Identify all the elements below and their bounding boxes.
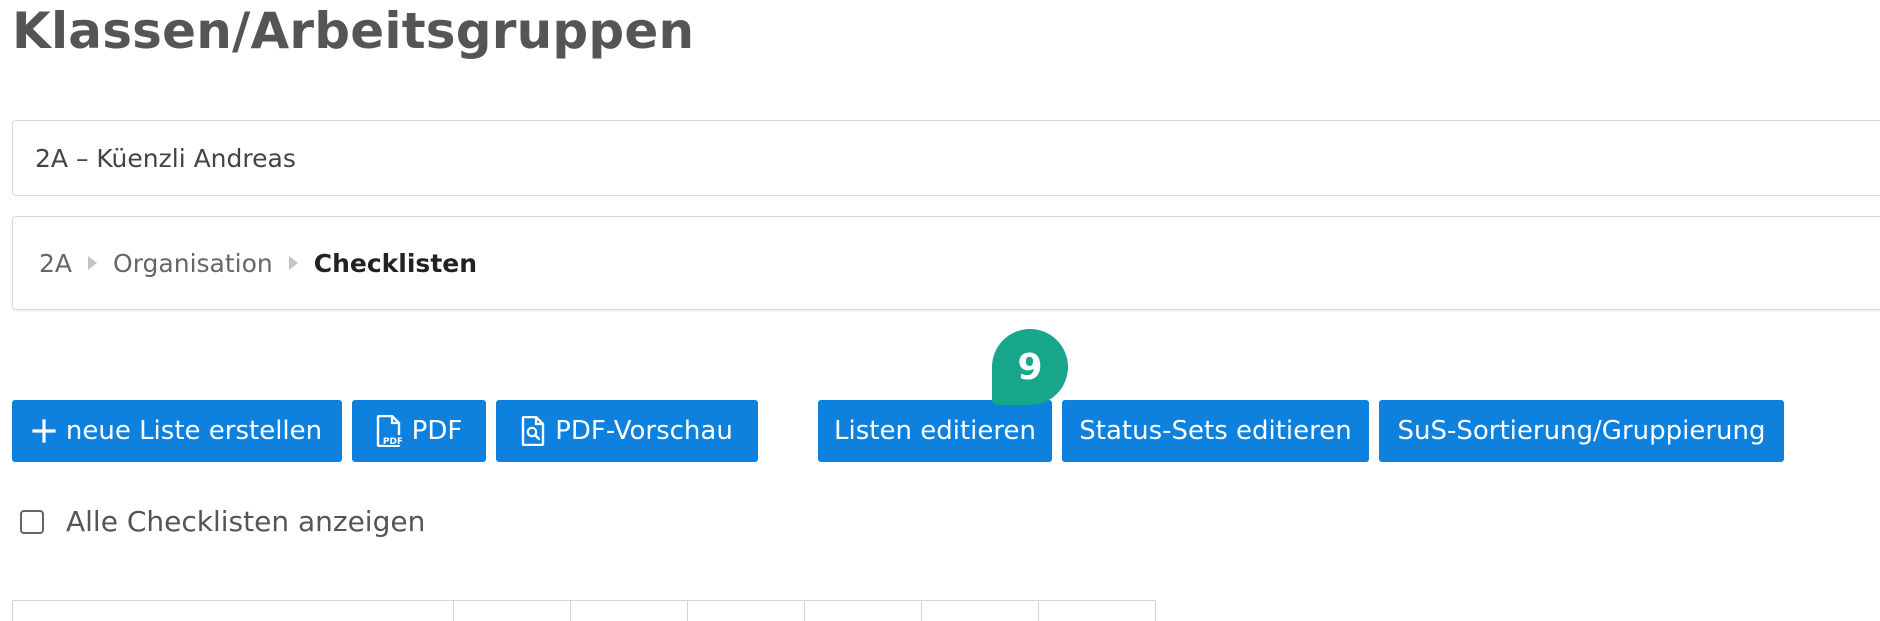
breadcrumb: 2A Organisation Checklisten	[12, 216, 1880, 310]
edit-status-sets-button[interactable]: Status-Sets editieren	[1062, 400, 1369, 462]
pdf-preview-label: PDF-Vorschau	[555, 416, 733, 446]
step-badge: 9	[992, 329, 1068, 405]
pdf-button[interactable]: PDF PDF	[352, 400, 486, 462]
breadcrumb-item-organisation[interactable]: Organisation	[113, 249, 273, 278]
step-badge-number: 9	[1017, 346, 1043, 388]
breadcrumb-separator-icon	[88, 256, 98, 270]
pdf-file-icon: PDF	[376, 415, 402, 447]
pdf-label: PDF	[411, 416, 463, 446]
sort-group-label: SuS-Sortierung/Gruppierung	[1397, 416, 1766, 446]
checklist-table	[12, 600, 1156, 621]
table-header-cell	[922, 601, 1039, 621]
table-header-cell	[1039, 601, 1156, 621]
class-select-value: 2A – Küenzli Andreas	[35, 143, 296, 173]
file-search-icon	[521, 416, 545, 446]
sort-group-button[interactable]: SuS-Sortierung/Gruppierung	[1379, 400, 1784, 462]
table-header-cell	[688, 601, 805, 621]
plus-icon	[32, 419, 56, 443]
table-header-cell	[13, 601, 454, 621]
show-all-label: Alle Checklisten anzeigen	[66, 505, 426, 538]
page-title: Klassen/Arbeitsgruppen	[12, 2, 695, 60]
svg-text:PDF: PDF	[383, 437, 402, 447]
edit-lists-button[interactable]: Listen editieren	[818, 400, 1052, 462]
edit-lists-label: Listen editieren	[834, 416, 1036, 446]
breadcrumb-separator-icon	[288, 256, 298, 270]
table-header-cell	[454, 601, 571, 621]
table-header-cell	[805, 601, 922, 621]
show-all-checkbox[interactable]	[20, 509, 44, 534]
breadcrumb-item-class[interactable]: 2A	[39, 249, 72, 278]
show-all-checklists[interactable]: Alle Checklisten anzeigen	[20, 505, 425, 538]
breadcrumb-item-current: Checklisten	[313, 248, 478, 278]
pdf-preview-button[interactable]: PDF-Vorschau	[496, 400, 758, 462]
table-header-cell	[571, 601, 688, 621]
class-select[interactable]: 2A – Küenzli Andreas	[12, 120, 1880, 196]
new-list-label: neue Liste erstellen	[65, 416, 323, 446]
new-list-button[interactable]: neue Liste erstellen	[12, 400, 342, 462]
edit-status-sets-label: Status-Sets editieren	[1079, 416, 1352, 446]
